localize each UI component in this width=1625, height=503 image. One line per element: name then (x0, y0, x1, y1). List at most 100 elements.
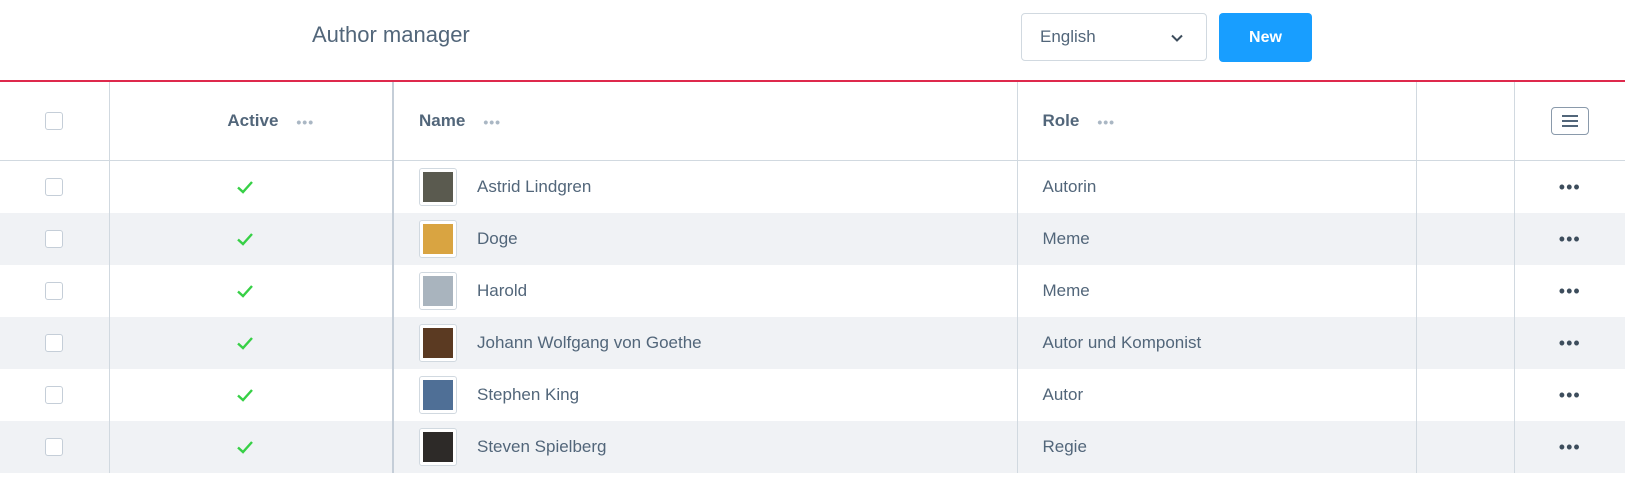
row-name-cell: Harold (393, 265, 1018, 317)
table-header-row: Active ••• Name ••• Role ••• (0, 82, 1625, 161)
row-role-cell: Autor und Komponist (1017, 317, 1417, 369)
column-header-role[interactable]: Role ••• (1017, 82, 1417, 161)
author-role: Autor (1042, 385, 1084, 404)
row-select-cell (0, 421, 110, 473)
row-checkbox[interactable] (45, 386, 63, 404)
avatar (419, 220, 457, 258)
author-role: Meme (1042, 229, 1090, 248)
table-row[interactable]: Stephen King Autor ••• (0, 369, 1625, 421)
column-settings-button[interactable] (1550, 107, 1589, 135)
page-title: Author manager (312, 22, 470, 47)
checkmark-icon (236, 337, 253, 350)
language-select-value: English (1040, 27, 1096, 46)
column-settings-cell (1514, 82, 1625, 161)
author-role: Autorin (1042, 177, 1097, 196)
table-row[interactable]: Steven Spielberg Regie ••• (0, 421, 1625, 473)
row-select-cell (0, 317, 110, 369)
column-role-more-icon[interactable]: ••• (1097, 114, 1115, 130)
chevron-down-icon (1171, 34, 1183, 42)
row-active-cell (109, 369, 394, 421)
row-name-cell: Steven Spielberg (393, 421, 1018, 473)
author-name[interactable]: Astrid Lindgren (477, 177, 591, 197)
avatar-image (423, 224, 453, 254)
avatar (419, 272, 457, 310)
row-role-cell: Meme (1017, 213, 1417, 265)
avatar-image (423, 328, 453, 358)
avatar (419, 324, 457, 362)
table-row[interactable]: Astrid Lindgren Autorin ••• (0, 160, 1625, 214)
column-header-name[interactable]: Name ••• (393, 82, 1018, 161)
checkmark-icon (236, 285, 253, 298)
row-empty-cell (1416, 421, 1515, 473)
row-select-cell (0, 213, 110, 265)
row-name-cell: Johann Wolfgang von Goethe (393, 317, 1018, 369)
column-header-active[interactable]: Active ••• (109, 82, 394, 161)
checkmark-icon (236, 389, 253, 402)
row-actions-icon[interactable]: ••• (1514, 421, 1625, 473)
column-active-more-icon[interactable]: ••• (296, 114, 314, 130)
row-select-cell (0, 265, 110, 317)
author-role: Autor und Komponist (1042, 333, 1202, 352)
row-actions-icon[interactable]: ••• (1514, 265, 1625, 317)
row-active-cell (109, 317, 394, 369)
column-name-more-icon[interactable]: ••• (483, 114, 501, 130)
column-header-active-label: Active (227, 111, 279, 130)
author-name[interactable]: Johann Wolfgang von Goethe (477, 333, 702, 353)
avatar-image (423, 432, 453, 462)
select-all-checkbox[interactable] (45, 112, 63, 130)
row-role-cell: Regie (1017, 421, 1417, 473)
row-empty-cell (1416, 369, 1515, 421)
row-select-cell (0, 369, 110, 421)
language-select[interactable]: English (1021, 13, 1207, 61)
row-role-cell: Meme (1017, 265, 1417, 317)
avatar (419, 376, 457, 414)
author-name[interactable]: Steven Spielberg (477, 437, 606, 457)
checkmark-icon (236, 181, 253, 194)
table-row[interactable]: Doge Meme ••• (0, 213, 1625, 265)
row-active-cell (109, 213, 394, 265)
avatar (419, 428, 457, 466)
author-role: Regie (1042, 437, 1087, 456)
author-table: Active ••• Name ••• Role ••• Astrid Lind… (0, 82, 1625, 473)
author-role: Meme (1042, 281, 1090, 300)
row-checkbox[interactable] (45, 282, 63, 300)
avatar-image (423, 380, 453, 410)
row-checkbox[interactable] (45, 178, 63, 196)
row-name-cell: Doge (393, 213, 1018, 265)
author-name[interactable]: Stephen King (477, 385, 579, 405)
avatar-image (423, 172, 453, 202)
column-header-empty (1416, 82, 1515, 161)
row-name-cell: Astrid Lindgren (393, 160, 1018, 213)
row-actions-icon[interactable]: ••• (1514, 161, 1625, 214)
row-checkbox[interactable] (45, 230, 63, 248)
top-bar: Author manager English New (0, 0, 1625, 82)
row-empty-cell (1416, 317, 1515, 369)
select-all-cell (0, 82, 110, 161)
table-row[interactable]: Harold Meme ••• (0, 265, 1625, 317)
row-active-cell (109, 265, 394, 317)
row-checkbox[interactable] (45, 334, 63, 352)
row-role-cell: Autorin (1017, 160, 1417, 213)
row-empty-cell (1416, 213, 1515, 265)
table-row[interactable]: Johann Wolfgang von Goethe Autor und Kom… (0, 317, 1625, 369)
author-name[interactable]: Doge (477, 229, 518, 249)
author-name[interactable]: Harold (477, 281, 527, 301)
row-actions-icon[interactable]: ••• (1514, 369, 1625, 421)
row-active-cell (109, 421, 394, 473)
row-active-cell (109, 160, 394, 213)
new-button[interactable]: New (1219, 13, 1312, 62)
row-empty-cell (1416, 265, 1515, 317)
row-actions-icon[interactable]: ••• (1514, 317, 1625, 369)
column-header-name-label: Name (419, 111, 466, 130)
checkmark-icon (236, 441, 253, 454)
avatar (419, 168, 457, 206)
row-actions-icon[interactable]: ••• (1514, 213, 1625, 265)
avatar-image (423, 276, 453, 306)
row-checkbox[interactable] (45, 438, 63, 456)
row-role-cell: Autor (1017, 369, 1417, 421)
row-empty-cell (1416, 160, 1515, 213)
row-select-cell (0, 160, 110, 213)
row-name-cell: Stephen King (393, 369, 1018, 421)
checkmark-icon (236, 233, 253, 246)
column-header-role-label: Role (1042, 111, 1080, 130)
